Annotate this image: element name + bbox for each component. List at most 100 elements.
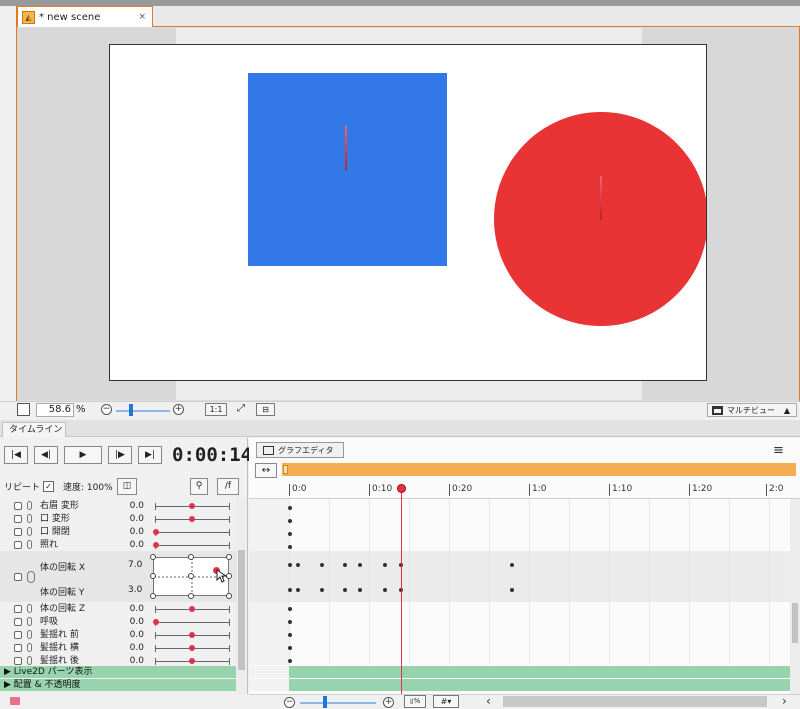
tab-new-scene[interactable]: ◭ * new scene ×	[17, 6, 153, 27]
scrollbar-thumb[interactable]	[792, 603, 798, 643]
param-value[interactable]: 0.0	[126, 629, 144, 641]
param-value[interactable]: 0.0	[126, 513, 144, 525]
keyframe[interactable]	[288, 532, 292, 536]
param-slider[interactable]	[155, 529, 230, 536]
keyframe[interactable]	[288, 659, 292, 663]
horizontal-scrollbar[interactable]	[503, 696, 767, 707]
param-row[interactable]: 呼吸 0.0	[0, 616, 236, 628]
group-live2d-parts[interactable]: ▶ Live2D パーツ表示	[0, 666, 236, 678]
parameter-scrollbar[interactable]	[236, 498, 247, 694]
xy-handle[interactable]	[150, 554, 156, 560]
param-value-y[interactable]: 3.0	[128, 585, 142, 595]
visibility-icon[interactable]	[14, 541, 22, 549]
param-value[interactable]: 0.0	[126, 655, 144, 666]
scrollbar-thumb[interactable]	[238, 550, 245, 670]
rotation-pivot-handle[interactable]	[600, 176, 602, 220]
visibility-icon[interactable]	[14, 657, 22, 665]
slider-knob[interactable]	[189, 606, 195, 612]
param-value[interactable]: 0.0	[126, 500, 144, 512]
zoom-slider-track[interactable]	[116, 410, 170, 412]
visibility-icon[interactable]	[14, 528, 22, 536]
scene-canvas[interactable]	[109, 44, 707, 381]
param-value[interactable]: 0.0	[126, 526, 144, 538]
zoom-input[interactable]: 58.6	[36, 403, 74, 417]
param-row[interactable]: 髪揺れ 前 0.0	[0, 629, 236, 641]
param-row[interactable]: 右眉 変形 0.0	[0, 500, 236, 512]
xy-handle[interactable]	[226, 554, 232, 560]
zoom-slider-thumb[interactable]	[129, 404, 133, 416]
blue-rectangle-object[interactable]	[248, 73, 447, 266]
visibility-icon[interactable]	[14, 502, 22, 510]
param-value-x[interactable]: 7.0	[128, 560, 142, 570]
play-button[interactable]: ▶	[64, 446, 102, 464]
visibility-icon[interactable]	[14, 631, 22, 639]
link-icon[interactable]	[27, 617, 32, 626]
link-icon[interactable]	[27, 514, 32, 523]
link-icon[interactable]	[27, 656, 32, 665]
keyframe[interactable]	[288, 620, 292, 624]
slider-knob[interactable]	[153, 529, 159, 535]
graph-editor-button[interactable]: グラフエディタ	[256, 442, 344, 458]
background-toggle-icon[interactable]	[17, 403, 30, 416]
xy-handle[interactable]	[150, 573, 156, 579]
keyframe[interactable]	[296, 563, 300, 567]
slider-knob[interactable]	[153, 542, 159, 548]
slider-knob[interactable]	[153, 619, 159, 625]
zoom-out-icon[interactable]: −	[284, 697, 295, 708]
keyframe[interactable]	[358, 563, 362, 567]
visibility-icon[interactable]	[14, 644, 22, 652]
guide-icon[interactable]: ⊟	[256, 403, 275, 416]
range-start-handle[interactable]	[283, 465, 288, 474]
param-row[interactable]: 口 変形 0.0	[0, 513, 236, 525]
track-scrollbar[interactable]	[790, 499, 800, 694]
folder-icon[interactable]	[10, 697, 20, 705]
link-icon[interactable]	[27, 571, 35, 583]
keyframe[interactable]	[383, 588, 387, 592]
group-track-live2d-parts[interactable]	[289, 666, 790, 678]
work-range-bar[interactable]	[282, 463, 796, 476]
param-row[interactable]: 体の回転 Z 0.0	[0, 603, 236, 615]
menu-icon[interactable]: ≡	[773, 443, 784, 458]
param-value[interactable]: 0.0	[126, 616, 144, 628]
keyframe[interactable]	[288, 519, 292, 523]
multiview-button[interactable]: マルチビュー ▲	[707, 403, 797, 417]
link-icon[interactable]	[27, 630, 32, 639]
keyframe[interactable]	[343, 588, 347, 592]
scroll-left-icon[interactable]: ‹	[486, 694, 491, 708]
link-icon[interactable]	[27, 643, 32, 652]
param-row[interactable]: 髪揺れ 後 0.0	[0, 655, 236, 666]
zoom-in-icon[interactable]: +	[383, 697, 394, 708]
zoom-out-icon[interactable]: −	[101, 404, 112, 415]
red-circle-object[interactable]	[494, 112, 706, 326]
xy-handle[interactable]	[226, 593, 232, 599]
timeline-zoom-thumb[interactable]	[323, 696, 327, 708]
next-frame-button[interactable]: |▶	[108, 446, 132, 464]
one-to-one-button[interactable]: 1:1	[205, 403, 227, 416]
keyframe[interactable]	[510, 588, 514, 592]
tab-timeline[interactable]: タイムライン	[2, 422, 66, 437]
param-value[interactable]: 0.0	[126, 603, 144, 615]
param-slider[interactable]	[155, 542, 230, 549]
timeline-zoom-track[interactable]	[300, 702, 376, 704]
link-icon[interactable]	[27, 540, 32, 549]
xy-handle[interactable]	[188, 554, 194, 560]
keyframe[interactable]	[288, 506, 292, 510]
playhead-handle[interactable]	[397, 484, 406, 493]
group-placement-opacity[interactable]: ▶ 配置 & 不透明度	[0, 679, 236, 691]
keyframe[interactable]	[288, 607, 292, 611]
pin-icon[interactable]: ⚲	[190, 478, 208, 495]
zoom-in-icon[interactable]: +	[173, 404, 184, 415]
close-icon[interactable]: ×	[138, 12, 146, 22]
slider-knob[interactable]	[189, 632, 195, 638]
slider-knob[interactable]	[189, 658, 195, 664]
keyframe[interactable]	[288, 545, 292, 549]
prev-frame-button[interactable]: ◀|	[34, 446, 58, 464]
range-toggle-button[interactable]: ↔	[255, 463, 277, 478]
visibility-icon[interactable]	[14, 515, 22, 523]
repeat-checkbox[interactable]: ✓	[43, 480, 55, 492]
fit-screen-icon[interactable]: ⤢	[232, 403, 250, 416]
param-row[interactable]: 口 開閉 0.0	[0, 526, 236, 538]
xy-handle[interactable]	[150, 593, 156, 599]
param-value[interactable]: 0.0	[126, 642, 144, 654]
grid-snap-toggle[interactable]: #▾	[433, 695, 459, 708]
